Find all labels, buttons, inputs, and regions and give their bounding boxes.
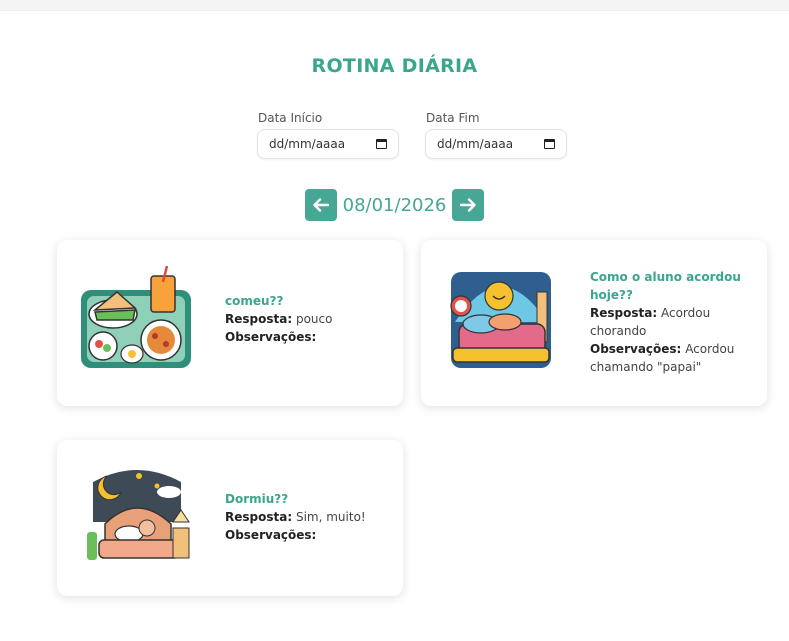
sunrise-bed-icon — [450, 272, 551, 368]
card-question: Como o aluno acordou hoje?? — [590, 270, 741, 302]
night-bed-icon — [87, 470, 190, 560]
card-notes-row: Observações: — [225, 528, 317, 542]
card-text: Dormiu?? Resposta: Sim, muito! Observaçõ… — [225, 490, 395, 544]
card-question: Dormiu?? — [225, 492, 289, 506]
current-date: 08/01/2026 — [342, 194, 447, 216]
calendar-icon[interactable] — [376, 139, 387, 149]
card-text: comeu?? Resposta: pouco Observações: — [225, 292, 395, 346]
start-date-placeholder: dd/mm/aaaa — [269, 137, 346, 151]
card-text: Como o aluno acordou hoje?? Resposta: Ac… — [590, 268, 758, 376]
card-answer-row: Resposta: Acordou chorando — [590, 306, 711, 338]
prev-day-button[interactable] — [304, 189, 337, 221]
arrow-right-icon — [460, 198, 477, 212]
card-answer-row: Resposta: Sim, muito! — [225, 510, 366, 524]
card-answer: pouco — [295, 312, 333, 326]
routine-card-meal: comeu?? Resposta: pouco Observações: — [57, 240, 403, 406]
start-date-input[interactable]: dd/mm/aaaa — [257, 129, 399, 159]
start-date-group: Data Início dd/mm/aaaa — [257, 111, 399, 159]
card-notes-row: Observações: Acordou chamando "papai" — [590, 342, 735, 374]
arrow-left-icon — [312, 198, 329, 212]
card-question: comeu?? — [225, 294, 284, 308]
page-title: ROTINA DIÁRIA — [311, 55, 478, 77]
card-answer: Sim, muito! — [295, 510, 366, 524]
next-day-button[interactable] — [452, 189, 485, 221]
end-date-label: Data Fim — [426, 111, 480, 125]
end-date-group: Data Fim dd/mm/aaaa — [425, 111, 567, 159]
card-notes-row: Observações: — [225, 330, 317, 344]
meal-tray-icon — [81, 265, 191, 368]
end-date-input[interactable]: dd/mm/aaaa — [425, 129, 567, 159]
card-answer-row: Resposta: pouco — [225, 312, 333, 326]
date-navigation: 08/01/2026 — [0, 189, 789, 221]
routine-card-sleep: Dormiu?? Resposta: Sim, muito! Observaçõ… — [57, 440, 403, 596]
routine-card-wakeup: Como o aluno acordou hoje?? Resposta: Ac… — [421, 240, 767, 406]
start-date-label: Data Início — [258, 111, 323, 125]
end-date-placeholder: dd/mm/aaaa — [437, 137, 514, 151]
page: ROTINA DIÁRIA Data Início dd/mm/aaaa Dat… — [0, 10, 789, 641]
calendar-icon[interactable] — [544, 139, 555, 149]
